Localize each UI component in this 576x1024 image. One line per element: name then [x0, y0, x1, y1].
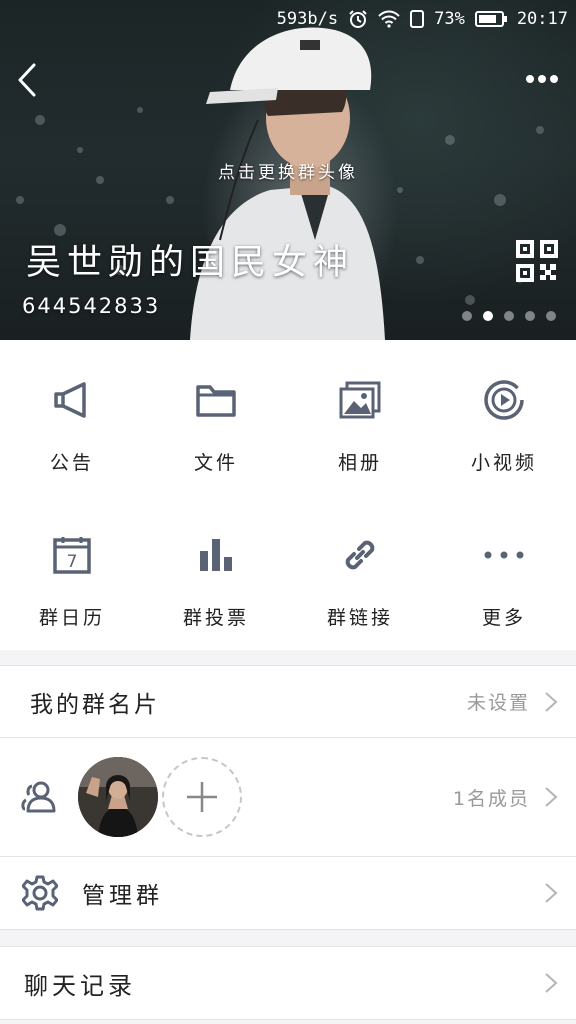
feature-album[interactable]: 相册 [288, 340, 432, 495]
plus-icon [187, 782, 217, 812]
change-avatar-hint[interactable]: 点击更换群头像 [0, 158, 576, 183]
feature-label: 群投票 [182, 607, 249, 629]
members-icon [21, 781, 56, 813]
link-icon [338, 533, 382, 577]
add-member-button[interactable] [162, 757, 242, 837]
more-dot [550, 75, 558, 83]
feature-link[interactable]: 群链接 [288, 495, 432, 650]
battery-icon [474, 11, 507, 27]
group-name: 吴世勋的国民女神 [26, 243, 355, 283]
more-dot [526, 75, 534, 83]
feature-calendar[interactable]: 7 群日历 [0, 495, 144, 650]
pager-dot [504, 311, 514, 321]
pager-dot [525, 311, 535, 321]
manage-group-label: 管理群 [82, 883, 163, 909]
calendar-day-number: 7 [67, 552, 78, 572]
megaphone-icon [50, 378, 94, 422]
my-group-card-label: 我的群名片 [30, 691, 160, 718]
group-id: 644542833 [22, 294, 161, 318]
chevron-right-icon [545, 691, 558, 712]
chevron-right-icon [545, 973, 558, 993]
clock-time: 20:17 [516, 9, 568, 29]
my-group-card-value: 未设置 [466, 692, 530, 714]
alarm-icon [348, 9, 368, 29]
feature-grid: 公告 文件 相册 小视频 7 群日历 群投票 群链接 更多 [0, 340, 576, 650]
gear-icon [22, 875, 58, 911]
pager-dot [546, 311, 556, 321]
member-avatar[interactable] [78, 757, 158, 837]
feature-label: 小视频 [470, 452, 537, 474]
network-speed: 593b/s [276, 9, 339, 29]
video-play-icon [482, 378, 526, 422]
feature-label: 群日历 [38, 607, 105, 629]
photo-album-icon [338, 378, 382, 422]
photo-pager [462, 311, 556, 321]
bar-chart-icon [194, 533, 238, 577]
feature-label: 群链接 [326, 607, 393, 629]
more-dot [538, 75, 546, 83]
pager-dot [483, 311, 493, 321]
sim-icon [410, 10, 425, 28]
member-count: 1名成员 [452, 787, 530, 810]
folder-icon [194, 378, 238, 422]
feature-label: 更多 [481, 607, 526, 629]
feature-vote[interactable]: 群投票 [144, 495, 288, 650]
my-group-card-row[interactable]: 我的群名片 未设置 [0, 665, 576, 738]
feature-announcement[interactable]: 公告 [0, 340, 144, 495]
chevron-left-icon [18, 63, 36, 97]
chevron-right-icon [545, 787, 558, 807]
manage-group-row[interactable]: 管理群 [0, 857, 576, 930]
feature-label: 相册 [337, 452, 382, 474]
more-menu-button[interactable] [522, 64, 562, 94]
feature-files[interactable]: 文件 [144, 340, 288, 495]
feature-label: 公告 [49, 452, 94, 474]
status-bar: 593b/s 73% 20:17 [277, 6, 568, 32]
pager-dot [462, 311, 472, 321]
wifi-icon [378, 10, 400, 28]
group-header-photo[interactable]: 593b/s 73% 20:17 点击更换群头像 吴世勋的国民女神 644542… [0, 0, 576, 340]
member-avatar-photo [78, 757, 158, 837]
chevron-right-icon [545, 883, 558, 903]
more-dots-icon [482, 533, 526, 577]
calendar-icon: 7 [50, 533, 94, 577]
feature-short-video[interactable]: 小视频 [432, 340, 576, 495]
chat-history-label: 聊天记录 [24, 971, 136, 1000]
battery-percent: 73% [434, 9, 465, 29]
feature-label: 文件 [193, 452, 238, 474]
qr-code-icon[interactable] [516, 240, 558, 282]
back-button[interactable] [12, 60, 42, 100]
chat-history-row[interactable]: 聊天记录 [0, 946, 576, 1020]
feature-more[interactable]: 更多 [432, 495, 576, 650]
